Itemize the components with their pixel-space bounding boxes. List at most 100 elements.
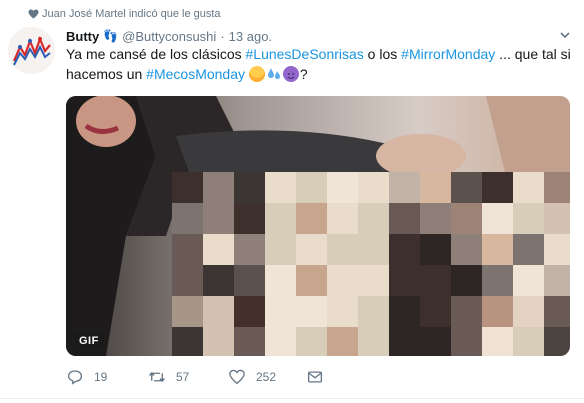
mosaic-tile bbox=[358, 265, 389, 296]
reply-button[interactable]: 19 bbox=[66, 368, 107, 386]
mosaic-tile bbox=[420, 265, 451, 296]
mosaic-tile bbox=[358, 234, 389, 265]
gif-badge: GIF bbox=[74, 332, 104, 350]
sweat-droplets-emoji bbox=[267, 68, 280, 79]
mosaic-tile bbox=[420, 203, 451, 234]
separator-dot: · bbox=[220, 28, 225, 44]
mosaic-tile bbox=[234, 172, 265, 203]
chevron-down-icon[interactable] bbox=[560, 31, 570, 39]
mosaic-tile bbox=[172, 203, 203, 234]
tweet-text-segment: Ya me cansé de los clásicos bbox=[66, 46, 246, 62]
direct-message-button[interactable] bbox=[306, 368, 324, 386]
footprints-emoji: 👣 bbox=[103, 29, 119, 43]
reply-icon bbox=[67, 370, 83, 385]
mosaic-tile bbox=[513, 203, 544, 234]
mosaic-tile bbox=[451, 296, 482, 327]
mosaic-tile bbox=[420, 234, 451, 265]
hashtag-lunesdesonrisas-link[interactable]: #LunesDeSonrisas bbox=[246, 46, 364, 62]
mosaic-tile bbox=[358, 327, 389, 356]
mosaic-tile bbox=[172, 234, 203, 265]
mosaic-tile bbox=[172, 327, 203, 356]
tweet-timestamp[interactable]: 13 ago. bbox=[229, 29, 272, 44]
mosaic-tile bbox=[420, 296, 451, 327]
mosaic-tile bbox=[482, 296, 513, 327]
gif-preview-image bbox=[66, 96, 570, 356]
mosaic-tile bbox=[451, 203, 482, 234]
mosaic-tile bbox=[203, 234, 234, 265]
mosaic-tile bbox=[420, 327, 451, 356]
smiling-devil-emoji bbox=[282, 66, 299, 82]
tweet-text-segment: ? bbox=[299, 66, 308, 82]
mosaic-tile bbox=[389, 172, 420, 203]
mosaic-tile bbox=[544, 172, 570, 203]
heart-icon bbox=[28, 9, 39, 19]
mosaic-tile bbox=[296, 234, 327, 265]
mosaic-tile bbox=[203, 172, 234, 203]
mosaic-tile bbox=[389, 203, 420, 234]
avatar-image bbox=[8, 27, 55, 74]
mosaic-tile bbox=[296, 327, 327, 356]
retweet-button[interactable]: 57 bbox=[148, 368, 189, 386]
mosaic-tile bbox=[544, 327, 570, 356]
mosaic-tile bbox=[358, 296, 389, 327]
mosaic-tile bbox=[265, 203, 296, 234]
mosaic-tile bbox=[389, 327, 420, 356]
mosaic-tile bbox=[234, 296, 265, 327]
retweet-count: 57 bbox=[176, 370, 190, 384]
mosaic-tile bbox=[265, 234, 296, 265]
avatar[interactable] bbox=[8, 27, 55, 74]
mosaic-tile bbox=[172, 172, 203, 203]
like-count: 252 bbox=[256, 370, 277, 384]
hashtag-mecosmonday-link[interactable]: #MecosMonday bbox=[146, 66, 245, 82]
mosaic-tile bbox=[234, 234, 265, 265]
mosaic-tile bbox=[451, 172, 482, 203]
mosaic-tile bbox=[327, 203, 358, 234]
hashtag-mirrormonday-link[interactable]: #MirrorMonday bbox=[401, 46, 495, 62]
mosaic-tile bbox=[482, 327, 513, 356]
mosaic-tile bbox=[265, 327, 296, 356]
mosaic-tile bbox=[389, 296, 420, 327]
mosaic-tile bbox=[420, 172, 451, 203]
tweet-media-gif[interactable]: GIF bbox=[66, 96, 570, 356]
mosaic-tile bbox=[327, 172, 358, 203]
mosaic-tile bbox=[234, 265, 265, 296]
user-handle[interactable]: @Buttyconsushi bbox=[122, 29, 216, 44]
social-context[interactable]: Juan José Martel indicó que le gusta bbox=[28, 6, 221, 22]
mosaic-tile bbox=[327, 327, 358, 356]
mosaic-tile bbox=[544, 234, 570, 265]
mosaic-tile bbox=[265, 172, 296, 203]
mosaic-tile bbox=[172, 265, 203, 296]
mosaic-tile bbox=[203, 203, 234, 234]
mosaic-tile bbox=[296, 172, 327, 203]
mosaic-tile bbox=[482, 265, 513, 296]
reply-count: 19 bbox=[94, 370, 108, 384]
mosaic-tile bbox=[234, 203, 265, 234]
tweet-text-segment: o los bbox=[363, 46, 402, 62]
mosaic-tile bbox=[389, 265, 420, 296]
retweet-icon bbox=[148, 371, 166, 383]
tweet-text: Ya me cansé de los clásicos #LunesDeSonr… bbox=[66, 44, 571, 84]
like-button[interactable]: 252 bbox=[228, 368, 276, 386]
mosaic-tile bbox=[234, 327, 265, 356]
mosaic-tile bbox=[544, 203, 570, 234]
liked-by-text: Juan José Martel indicó que le gusta bbox=[42, 8, 221, 20]
mosaic-tile bbox=[296, 203, 327, 234]
mosaic-tile bbox=[296, 296, 327, 327]
mosaic-tile bbox=[544, 265, 570, 296]
mosaic-tile bbox=[513, 172, 544, 203]
mosaic-tile bbox=[513, 234, 544, 265]
mosaic-tile bbox=[513, 296, 544, 327]
mosaic-tile bbox=[389, 234, 420, 265]
mosaic-tile bbox=[482, 172, 513, 203]
mosaic-tile bbox=[358, 203, 389, 234]
mosaic-tile bbox=[327, 296, 358, 327]
mosaic-tile bbox=[265, 296, 296, 327]
grinning-emoji bbox=[248, 66, 265, 82]
tweet-divider bbox=[0, 398, 584, 399]
mosaic-tile bbox=[451, 265, 482, 296]
envelope-icon bbox=[307, 371, 323, 383]
display-name[interactable]: Butty bbox=[66, 29, 99, 44]
mosaic-tile bbox=[265, 265, 296, 296]
mosaic-tile bbox=[513, 327, 544, 356]
heart-outline-icon bbox=[229, 369, 245, 385]
